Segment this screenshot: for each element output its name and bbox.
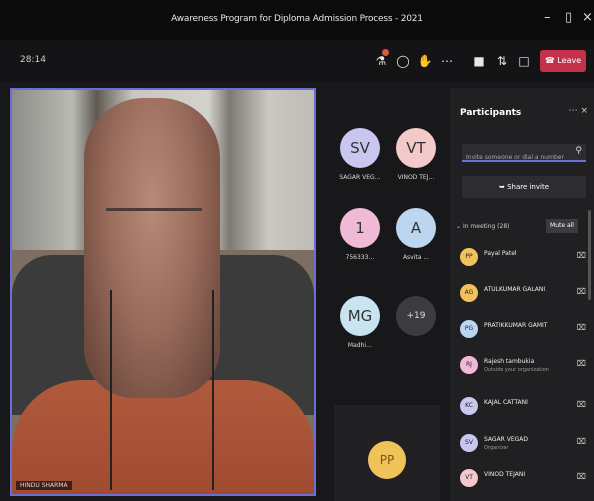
- search-icon: ⚲: [575, 146, 582, 156]
- share-invite-button[interactable]: ➥ Share invite: [462, 176, 586, 198]
- in-meeting-label: In meeting (28): [462, 223, 510, 230]
- share-icon[interactable]: □: [515, 52, 533, 70]
- list-item[interactable]: PP Payal Patel ⌧: [460, 245, 586, 271]
- close-button[interactable]: ×: [582, 10, 593, 25]
- participant-tile[interactable]: 1 756333…: [332, 208, 388, 261]
- panel-title: Participants: [460, 108, 522, 118]
- avatar: MG: [340, 296, 380, 336]
- participant-name: Payal Patel: [484, 250, 517, 257]
- chevron-down-icon: ⌄: [456, 223, 463, 230]
- participants-panel: Participants ⋯ × ⚲ ➥ Share invite ⌄ In m…: [450, 88, 594, 501]
- share-icon: ➥: [498, 183, 508, 191]
- list-item[interactable]: PG PRATIKKUMAR GAMIT ⌧: [460, 317, 586, 343]
- mic-muted-icon: ⌧: [576, 400, 586, 409]
- participant-tile[interactable]: MG Madhi…: [332, 296, 388, 349]
- earphone-wire: [110, 290, 112, 490]
- avatar: PG: [460, 320, 478, 338]
- meeting-toolbar: 28:14 ⚗ ◯ ✋ ⋯ ■ ⇅ □ ☎ Leave: [0, 40, 594, 82]
- tile-name: Asvita ...: [402, 254, 430, 261]
- tile-name: Madhi…: [347, 342, 373, 349]
- avatar: PP: [368, 441, 406, 479]
- mic-muted-icon: ⌧: [576, 251, 586, 260]
- maximize-button[interactable]: ▯: [565, 10, 572, 25]
- participant-name: Rajesh tambukia: [484, 358, 535, 365]
- participant-tile[interactable]: A Asvita ...: [388, 208, 444, 261]
- participant-name: KAJAL CATTANI: [484, 399, 528, 406]
- window-title: Awareness Program for Diploma Admission …: [171, 14, 423, 24]
- participant-video-tile[interactable]: PP: [334, 405, 440, 501]
- mic-muted-icon: ⌧: [576, 359, 586, 368]
- avatar: VT: [460, 469, 478, 487]
- participant-tile[interactable]: SV SAGAR VEG…: [332, 128, 388, 181]
- phone-icon: ☎: [544, 56, 558, 65]
- in-meeting-header[interactable]: ⌄ In meeting (28): [456, 223, 510, 230]
- notification-badge: [382, 49, 389, 56]
- avatar: 1: [340, 208, 380, 248]
- camera-icon[interactable]: ■: [470, 52, 488, 70]
- participant-name: ATULKUMAR GALANI: [484, 286, 546, 293]
- raise-hand-icon[interactable]: ✋: [416, 52, 434, 70]
- avatar: KC: [460, 397, 478, 415]
- speaker-name: HINDU SHARMA: [16, 481, 72, 490]
- more-participants-tile[interactable]: +19: [388, 296, 444, 336]
- list-item[interactable]: KC KAJAL CATTANI ⌧: [460, 394, 586, 420]
- invite-search[interactable]: ⚲: [462, 144, 586, 166]
- participant-tile[interactable]: VT VINOD TEJ…: [388, 128, 444, 181]
- more-icon[interactable]: ⋯: [438, 52, 456, 70]
- participant-name: PRATIKKUMAR GAMIT: [484, 322, 548, 329]
- participant-role: Organizer: [484, 445, 509, 451]
- share-invite-label: Share invite: [507, 183, 550, 191]
- mute-all-button[interactable]: Mute all: [546, 219, 578, 233]
- leave-button[interactable]: ☎ Leave: [540, 50, 586, 72]
- invite-search-input[interactable]: [462, 149, 570, 166]
- tile-name: SAGAR VEG…: [339, 174, 381, 181]
- tile-name: 756333…: [345, 254, 375, 261]
- list-item[interactable]: RJ Rajesh tambukia Outside your organiza…: [460, 353, 586, 379]
- mic-muted-icon: ⌧: [576, 323, 586, 332]
- avatar: A: [396, 208, 436, 248]
- mic-icon[interactable]: ⇅: [493, 52, 511, 70]
- more-participants-count: +19: [396, 296, 436, 336]
- chat-icon[interactable]: ◯: [394, 52, 412, 70]
- participant-role: Outside your organization: [484, 367, 549, 373]
- avatar: SV: [340, 128, 380, 168]
- avatar: SV: [460, 434, 478, 452]
- avatar: RJ: [460, 356, 478, 374]
- participant-name: SAGAR VEGAD: [484, 436, 529, 443]
- list-item[interactable]: VT VINOD TEJANI ⌧: [460, 466, 586, 492]
- tile-name: VINOD TEJ…: [397, 174, 435, 181]
- panel-actions[interactable]: ⋯ ×: [569, 106, 588, 116]
- title-bar: Awareness Program for Diploma Admission …: [0, 0, 594, 40]
- scrollbar[interactable]: [588, 210, 591, 300]
- minimize-button[interactable]: –: [544, 10, 551, 25]
- mic-muted-icon: ⌧: [576, 287, 586, 296]
- earphone-wire: [212, 290, 214, 490]
- participant-name: VINOD TEJANI: [484, 471, 526, 478]
- avatar: PP: [460, 248, 478, 266]
- avatar: VT: [396, 128, 436, 168]
- main-video[interactable]: HINDU SHARMA: [10, 88, 316, 496]
- list-item[interactable]: SV SAGAR VEGAD Organizer ⌧: [460, 431, 586, 457]
- speaker-head: [84, 98, 220, 398]
- mic-muted-icon: ⌧: [576, 472, 586, 481]
- meeting-timer: 28:14: [20, 55, 46, 65]
- list-item[interactable]: AG ATULKUMAR GALANI ⌧: [460, 281, 586, 307]
- participants-icon[interactable]: ⚗: [372, 49, 390, 70]
- mic-muted-icon: ⌧: [576, 437, 586, 446]
- speaker-glasses: [106, 208, 202, 222]
- teams-meeting-window: Awareness Program for Diploma Admission …: [0, 0, 594, 501]
- leave-label: Leave: [557, 56, 582, 65]
- avatar: AG: [460, 284, 478, 302]
